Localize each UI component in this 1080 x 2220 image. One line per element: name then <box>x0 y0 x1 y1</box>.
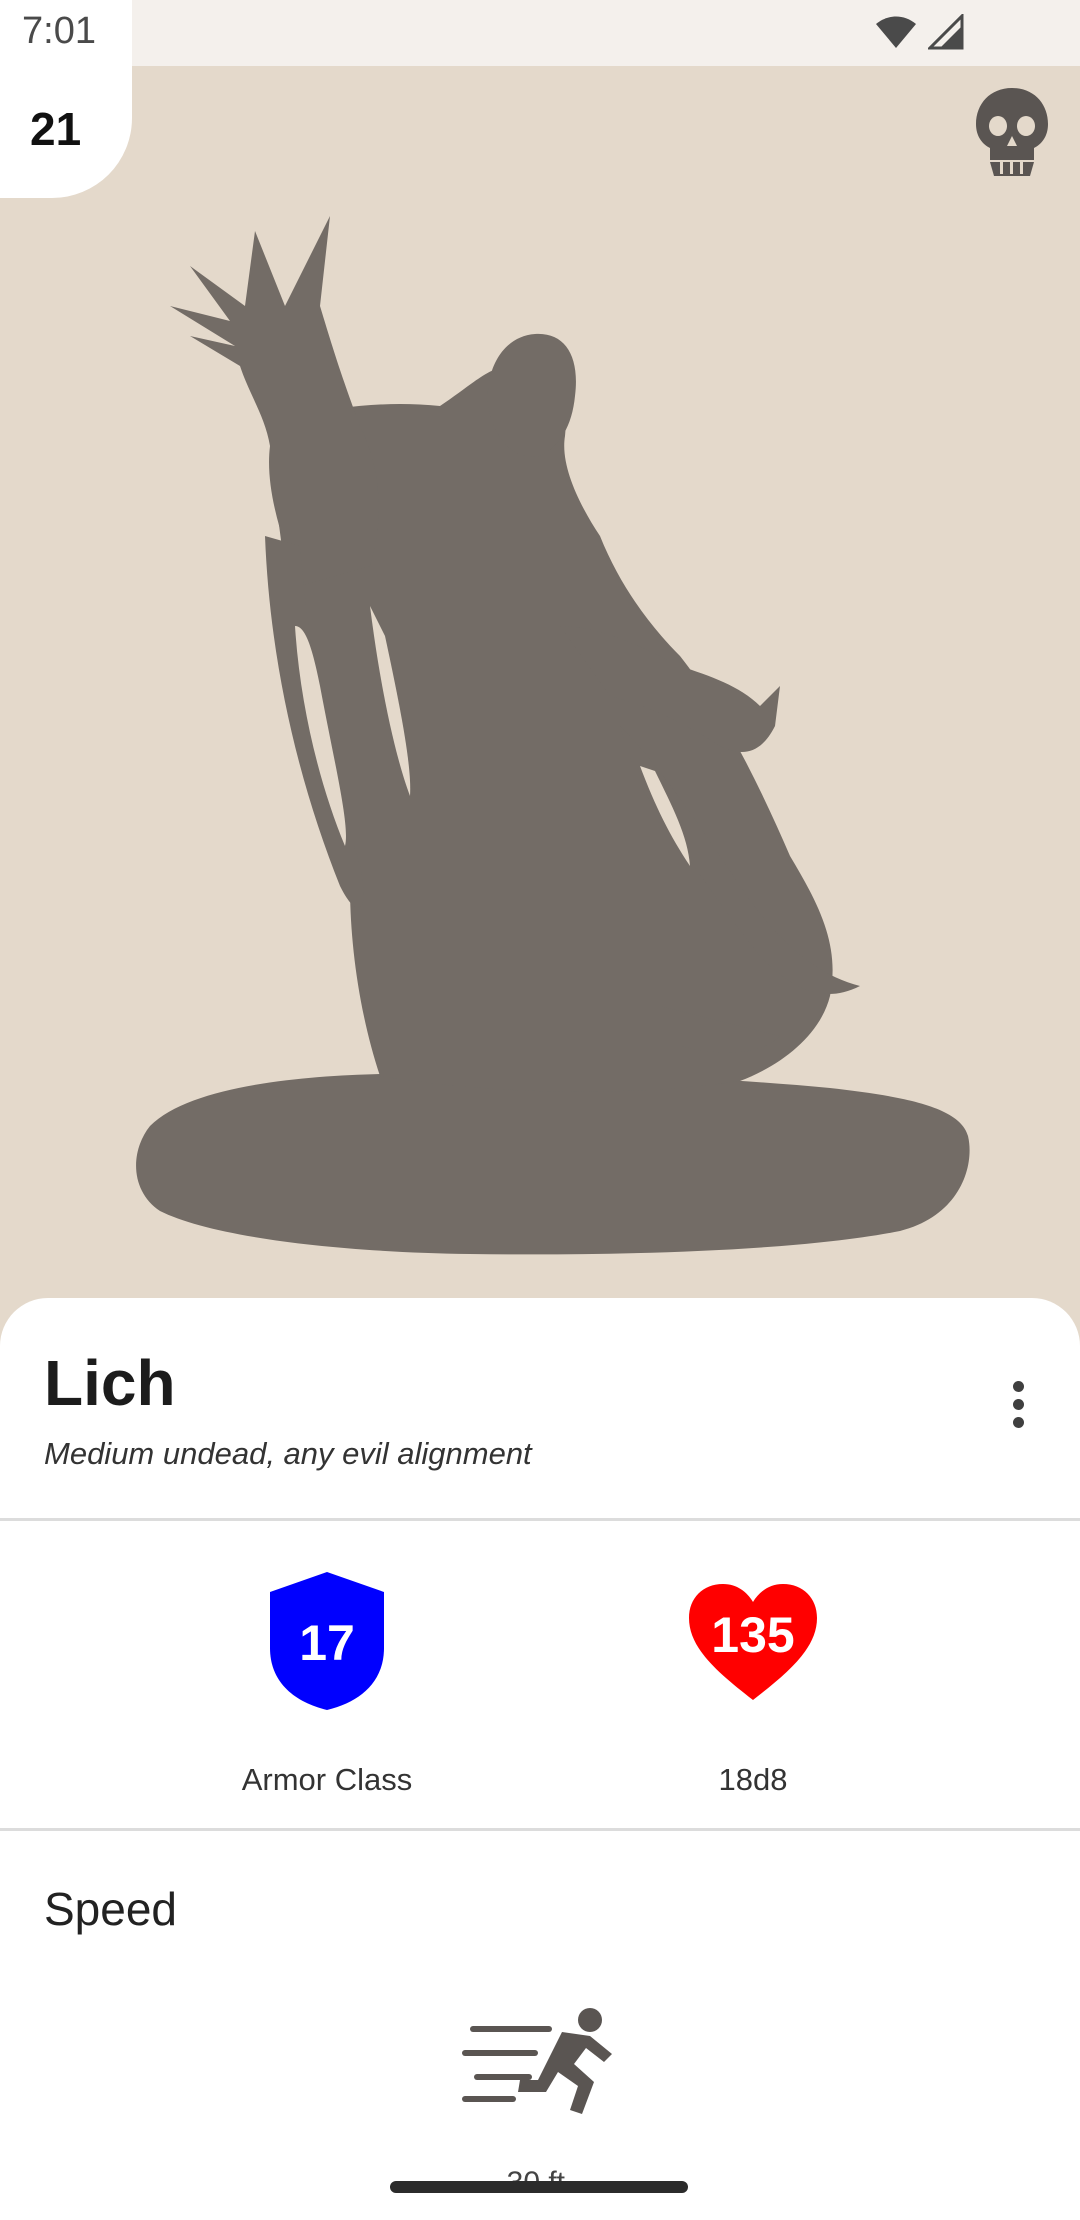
monster-subtitle: Medium undead, any evil alignment <box>44 1436 532 1471</box>
challenge-rating-badge: 7:01 21 <box>0 0 132 198</box>
hit-dice-label: 18d8 <box>718 1762 788 1797</box>
lich-silhouette-image <box>136 216 970 1255</box>
monster-name: Lich <box>44 1347 176 1419</box>
armor-class-label: Armor Class <box>241 1762 413 1797</box>
armor-class-value: 17 <box>299 1615 355 1671</box>
more-vert-icon <box>1012 1380 1024 1392</box>
speed-section-title: Speed <box>44 1883 178 1935</box>
divider <box>0 1518 1080 1521</box>
divider <box>0 1828 1080 1831</box>
status-bar <box>0 0 1080 66</box>
running-icon <box>462 2008 612 2114</box>
status-icons <box>874 14 964 50</box>
monster-detail-screen: 7:01 21 Lich Medium undead, any evil ali… <box>0 0 1080 2220</box>
wifi-icon <box>876 16 916 48</box>
skull-icon <box>976 88 1048 176</box>
monster-image-panel <box>0 66 1080 1306</box>
challenge-rating-value: 21 <box>30 103 82 155</box>
gesture-navigation-handle[interactable] <box>390 2181 688 2193</box>
monster-detail-sheet: Lich Medium undead, any evil alignment 1… <box>0 1298 1080 2220</box>
hit-points-value: 135 <box>711 1607 795 1663</box>
more-options-button[interactable] <box>990 1368 1046 1440</box>
status-time: 7:01 <box>22 10 96 52</box>
cellular-signal-icon <box>928 14 964 50</box>
